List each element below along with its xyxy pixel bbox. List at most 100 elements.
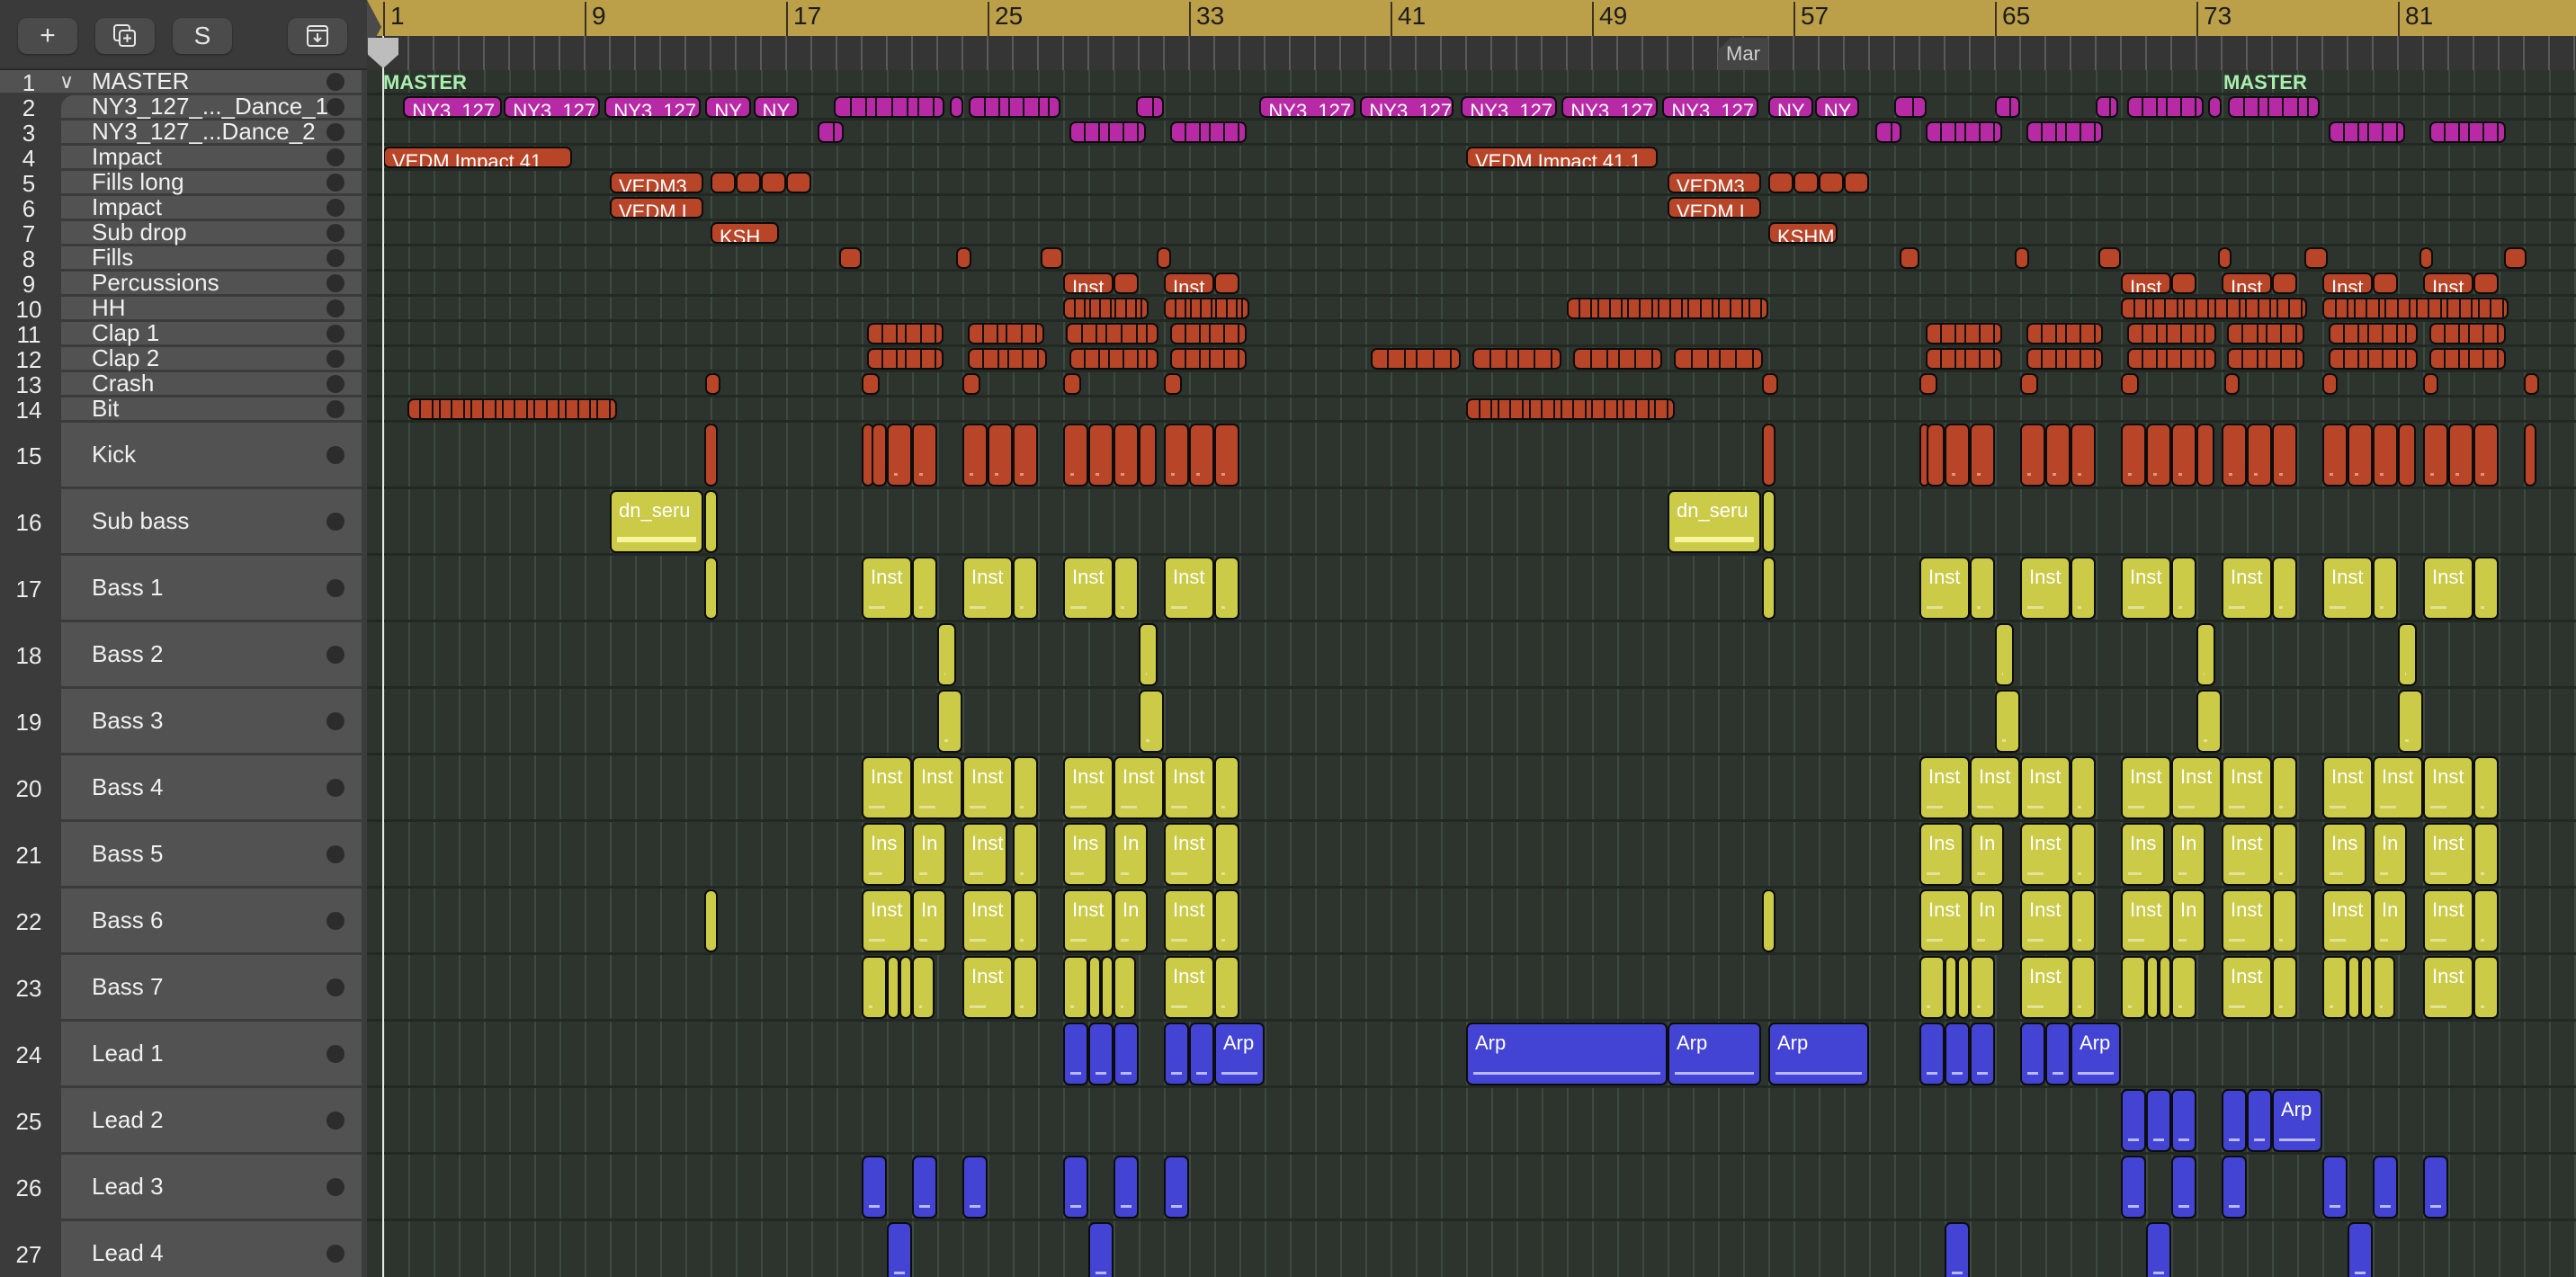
region[interactable] bbox=[1040, 247, 1063, 269]
region[interactable]: Inst bbox=[1063, 756, 1114, 819]
track-name[interactable]: HH bbox=[92, 294, 126, 321]
region[interactable] bbox=[1088, 956, 1101, 1019]
region[interactable] bbox=[2071, 557, 2096, 620]
region[interactable] bbox=[2146, 956, 2159, 1019]
track-header[interactable]: 20 Bass 4 bbox=[0, 755, 367, 822]
region[interactable] bbox=[1164, 1022, 1189, 1085]
track-header[interactable]: 25 Lead 2 bbox=[0, 1088, 367, 1155]
track-record-indicator-icon[interactable] bbox=[326, 778, 344, 797]
region[interactable]: Inst bbox=[962, 956, 1013, 1019]
region[interactable] bbox=[1970, 424, 1995, 487]
track-name[interactable]: Bass 3 bbox=[92, 689, 164, 753]
region[interactable] bbox=[2026, 121, 2104, 143]
region[interactable]: Inst bbox=[962, 756, 1013, 819]
region[interactable]: NY3_127 bbox=[604, 96, 701, 118]
region[interactable] bbox=[1164, 1156, 1189, 1219]
region[interactable]: Inst bbox=[2121, 272, 2171, 294]
region[interactable]: In bbox=[912, 889, 946, 952]
region[interactable] bbox=[838, 247, 862, 269]
track-record-indicator-icon[interactable] bbox=[326, 223, 344, 242]
region[interactable] bbox=[2373, 956, 2396, 1019]
track-header[interactable]: 11 Clap 1 bbox=[0, 319, 367, 348]
region[interactable] bbox=[2419, 247, 2434, 269]
region[interactable]: Inst bbox=[1164, 272, 1214, 294]
track-name[interactable]: Bass 7 bbox=[92, 955, 164, 1019]
region[interactable] bbox=[937, 623, 956, 686]
region[interactable] bbox=[1762, 373, 1779, 395]
region[interactable] bbox=[2360, 956, 2373, 1019]
track-name[interactable]: Bass 2 bbox=[92, 622, 164, 686]
region[interactable]: Inst bbox=[2322, 756, 2373, 819]
track-name[interactable]: Bass 5 bbox=[92, 822, 164, 886]
region[interactable] bbox=[1945, 424, 1970, 487]
track-name[interactable]: Sub drop bbox=[92, 219, 187, 246]
region[interactable] bbox=[912, 956, 935, 1019]
region[interactable]: Inst bbox=[2020, 557, 2071, 620]
region[interactable] bbox=[1970, 1022, 1995, 1085]
region[interactable] bbox=[704, 490, 719, 553]
region[interactable] bbox=[1762, 557, 1776, 620]
region[interactable] bbox=[912, 424, 937, 487]
region[interactable] bbox=[2348, 424, 2373, 487]
region[interactable] bbox=[2121, 373, 2139, 395]
region[interactable] bbox=[2429, 121, 2507, 143]
region[interactable]: Inst bbox=[2222, 557, 2272, 620]
region[interactable]: Inst bbox=[1164, 557, 1214, 620]
region[interactable] bbox=[2222, 1089, 2247, 1152]
region[interactable] bbox=[2196, 690, 2222, 753]
region[interactable] bbox=[1063, 373, 1081, 395]
region[interactable] bbox=[2228, 96, 2321, 118]
region[interactable]: Inst bbox=[1063, 557, 1114, 620]
region[interactable] bbox=[1970, 956, 1995, 1019]
track-name[interactable]: Bass 1 bbox=[92, 556, 164, 620]
region[interactable] bbox=[866, 323, 944, 344]
region[interactable] bbox=[2171, 272, 2196, 294]
region[interactable]: Inst bbox=[2222, 756, 2272, 819]
region[interactable] bbox=[1139, 623, 1158, 686]
region[interactable] bbox=[887, 424, 912, 487]
track-header[interactable]: 19 Bass 3 bbox=[0, 689, 367, 755]
track-header[interactable]: 6 Impact bbox=[0, 193, 367, 222]
region[interactable] bbox=[1013, 424, 1038, 487]
region[interactable]: Arp bbox=[1214, 1022, 1265, 1085]
region[interactable]: NY bbox=[705, 96, 751, 118]
region[interactable] bbox=[2423, 373, 2438, 395]
region[interactable]: Inst bbox=[2423, 557, 2473, 620]
region[interactable] bbox=[950, 96, 964, 118]
region[interactable] bbox=[2121, 424, 2146, 487]
region[interactable]: Inst bbox=[2322, 557, 2373, 620]
region[interactable] bbox=[1065, 323, 1159, 344]
region[interactable] bbox=[1139, 690, 1164, 753]
region[interactable] bbox=[1013, 823, 1038, 886]
region[interactable] bbox=[1945, 1022, 1970, 1085]
region[interactable] bbox=[1214, 956, 1239, 1019]
region[interactable] bbox=[962, 1156, 988, 1219]
region[interactable] bbox=[1114, 557, 1139, 620]
track-record-indicator-icon[interactable] bbox=[326, 273, 344, 292]
region[interactable] bbox=[1013, 956, 1038, 1019]
region[interactable] bbox=[1101, 956, 1114, 1019]
region[interactable] bbox=[1819, 172, 1844, 193]
track-header[interactable]: 27 Lead 4 bbox=[0, 1221, 367, 1277]
track-header[interactable]: 4 Impact bbox=[0, 143, 367, 172]
region[interactable] bbox=[2020, 1022, 2045, 1085]
region[interactable] bbox=[1069, 121, 1147, 143]
playhead[interactable] bbox=[382, 36, 384, 1277]
region[interactable] bbox=[1919, 373, 1937, 395]
region[interactable]: Inst bbox=[1164, 823, 1214, 886]
region[interactable] bbox=[1063, 1022, 1088, 1085]
region[interactable]: NY3_127 bbox=[1561, 96, 1658, 118]
region[interactable]: NY bbox=[753, 96, 799, 118]
track-record-indicator-icon[interactable] bbox=[326, 512, 344, 531]
region[interactable] bbox=[1114, 272, 1139, 294]
region[interactable] bbox=[1894, 96, 1928, 118]
region[interactable] bbox=[2159, 956, 2171, 1019]
region[interactable] bbox=[1919, 1022, 1945, 1085]
region[interactable] bbox=[1013, 889, 1038, 952]
region[interactable] bbox=[1189, 424, 1214, 487]
region[interactable] bbox=[1114, 1022, 1139, 1085]
region[interactable] bbox=[1957, 956, 1970, 1019]
region[interactable] bbox=[2222, 1156, 2247, 1219]
region[interactable]: NY bbox=[1814, 96, 1859, 118]
region[interactable] bbox=[1164, 424, 1189, 487]
